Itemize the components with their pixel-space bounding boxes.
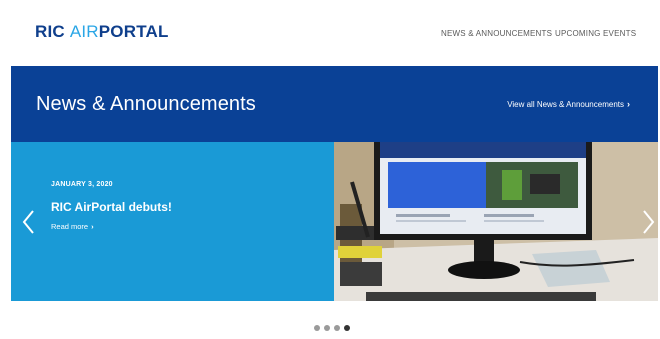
carousel-indicators <box>314 325 358 333</box>
slide-date: JANUARY 3, 2020 <box>51 181 113 188</box>
section-title: News & Announcements <box>36 93 256 115</box>
nav-upcoming-events[interactable]: UPCOMING EVENTS <box>555 29 636 38</box>
view-all-news-link[interactable]: View all News & Announcements › <box>507 99 630 109</box>
news-band: News & Announcements View all News & Ann… <box>11 66 658 142</box>
logo-text-portal: PORTAL <box>98 22 169 41</box>
read-more-label: Read more <box>51 222 89 231</box>
chevron-right-icon: › <box>91 222 94 231</box>
nav-news-announcements[interactable]: NEWS & ANNOUNCEMENTS <box>441 29 552 38</box>
slide-headline[interactable]: RIC AirPortal debuts! <box>51 200 172 214</box>
carousel-next-button[interactable] <box>638 208 658 236</box>
carousel-dot[interactable] <box>314 325 320 331</box>
site-header: RIC AIRPORTAL NEWS & ANNOUNCEMENTS UPCOM… <box>0 0 660 66</box>
carousel-dot[interactable] <box>324 325 330 331</box>
logo-text-ric: RIC <box>35 22 70 41</box>
logo-text-air: AIR <box>69 22 99 41</box>
carousel-dot-active[interactable] <box>344 325 350 331</box>
carousel-prev-button[interactable] <box>19 208 39 236</box>
slide-caption: JANUARY 3, 2020 RIC AirPortal debuts! Re… <box>11 142 334 301</box>
read-more-link[interactable]: Read more › <box>51 222 94 231</box>
monitor-desk-photo <box>334 142 658 301</box>
chevron-left-icon <box>22 210 34 234</box>
news-carousel: JANUARY 3, 2020 RIC AirPortal debuts! Re… <box>11 142 658 301</box>
carousel-dot[interactable] <box>334 325 340 331</box>
chevron-right-icon: › <box>627 99 630 109</box>
chevron-right-icon <box>643 210 655 234</box>
view-all-label: View all News & Announcements <box>507 100 624 109</box>
site-logo[interactable]: RIC AIRPORTAL <box>35 22 169 42</box>
slide-photo <box>334 142 658 301</box>
